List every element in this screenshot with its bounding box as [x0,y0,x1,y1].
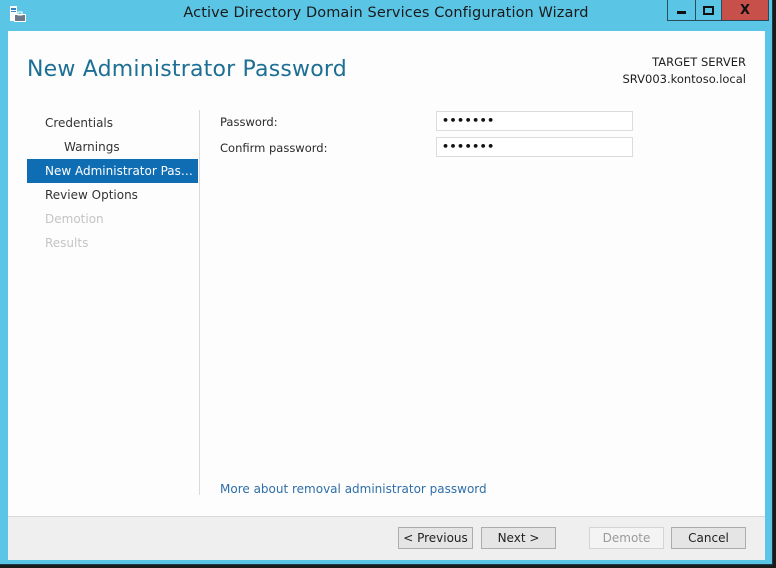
previous-button[interactable]: < Previous [398,527,473,549]
wizard-content: New Administrator Password TARGET SERVER… [8,31,765,560]
target-server-label: TARGET SERVER [652,55,746,69]
maximize-button[interactable] [695,0,722,21]
password-input[interactable]: ••••••• [436,111,633,131]
minimize-icon [677,10,686,14]
password-label: Password: [220,115,278,129]
minimize-button[interactable] [667,0,696,21]
target-server-info: TARGET SERVER SRV003.kontoso.local [622,54,746,88]
cancel-button[interactable]: Cancel [671,527,746,549]
wizard-footer: < Previous Next > Demote Cancel [8,516,765,560]
wizard-window: Active Directory Domain Services Configu… [0,0,773,565]
window-title: Active Directory Domain Services Configu… [183,5,589,21]
title-bar[interactable]: Active Directory Domain Services Configu… [0,0,772,30]
nav-item-demotion: Demotion [45,212,104,226]
page-title: New Administrator Password [27,57,347,82]
nav-item-new-administrator-password[interactable]: New Administrator Passw... [27,159,198,183]
confirm-password-input[interactable]: ••••••• [436,137,633,157]
close-button[interactable]: X [721,0,769,21]
next-button[interactable]: Next > [481,527,556,549]
confirm-password-label: Confirm password: [220,141,328,155]
wizard-steps-nav: Credentials Warnings New Administrator P… [27,111,198,255]
nav-item-results: Results [45,236,89,250]
demote-button: Demote [589,527,664,549]
nav-divider [199,110,200,495]
maximize-icon [703,5,714,15]
help-link[interactable]: More about removal administrator passwor… [220,482,487,496]
close-icon: X [739,2,751,18]
nav-item-warnings[interactable]: Warnings [27,135,198,159]
target-server-name: SRV003.kontoso.local [622,72,746,86]
nav-item-credentials[interactable]: Credentials [27,111,198,135]
nav-item-review-options[interactable]: Review Options [27,183,198,207]
